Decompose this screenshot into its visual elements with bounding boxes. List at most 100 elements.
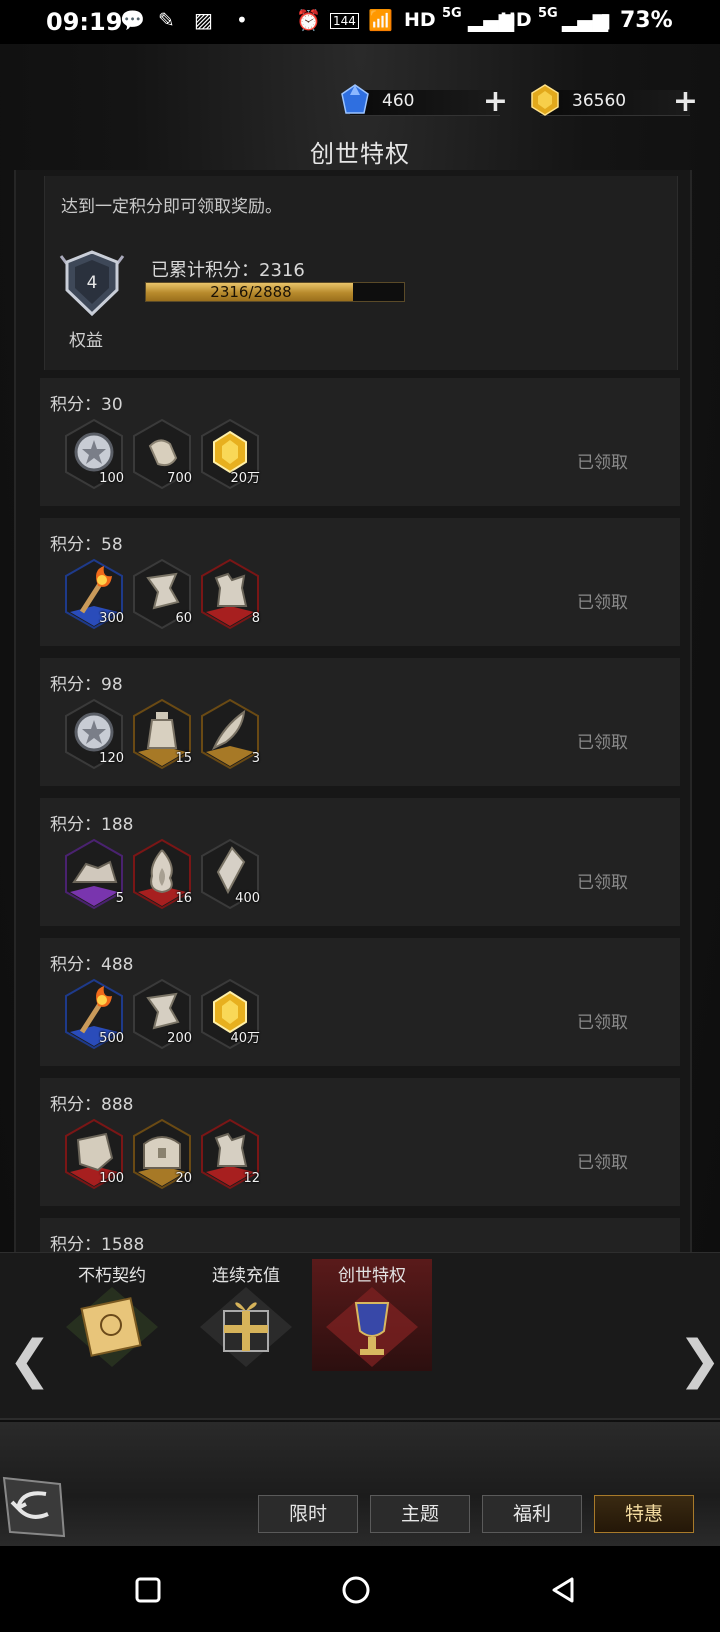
item-count: 8 bbox=[251, 611, 260, 626]
reward-item[interactable]: 200 bbox=[130, 978, 194, 1050]
claimed-status: 已领取 bbox=[577, 593, 628, 613]
reward-row: 积分：98 120 15 3 已领取 bbox=[40, 658, 680, 786]
score-progress-bar: 2316/2888 bbox=[145, 282, 405, 302]
alarm-icon: ⏰ bbox=[296, 8, 321, 32]
reward-item[interactable]: 100 bbox=[62, 418, 126, 490]
reward-item[interactable]: 700 bbox=[130, 418, 194, 490]
tab-immortal-contract[interactable]: 不朽契约 bbox=[52, 1259, 172, 1371]
gold-amount: 36560 bbox=[572, 91, 627, 111]
reward-list[interactable]: 积分：30 100 700 20万 已领取 积分：58 300 60 8 已领取 积分：98 120 1… bbox=[40, 378, 680, 1281]
reward-item[interactable]: 40万 bbox=[198, 978, 262, 1050]
info-box: 达到一定积分即可领取奖励。 4 权益 已累计积分：2316 2316/2888 bbox=[44, 176, 678, 370]
row-points: 积分：888 bbox=[50, 1095, 134, 1115]
item-count: 120 bbox=[99, 751, 124, 766]
badge-label: 权益 bbox=[69, 331, 103, 351]
image-icon: ▨ bbox=[194, 8, 213, 32]
claimed-status: 已领取 bbox=[577, 1013, 628, 1033]
score-progress-text: 2316/2888 bbox=[210, 283, 292, 301]
back-nav-icon[interactable] bbox=[544, 1570, 584, 1610]
reward-item[interactable]: 100 bbox=[62, 1118, 126, 1190]
item-count: 15 bbox=[175, 751, 192, 766]
diamond-counter: 460 + bbox=[341, 84, 508, 117]
network-5g-2: 5G bbox=[538, 6, 558, 21]
score-label: 已累计积分：2316 bbox=[151, 260, 305, 281]
reward-item[interactable]: 120 bbox=[62, 698, 126, 770]
reward-item[interactable]: 15 bbox=[130, 698, 194, 770]
item-count: 400 bbox=[235, 891, 260, 906]
reward-item[interactable]: 8 bbox=[198, 558, 262, 630]
theme-button[interactable]: 主题 bbox=[370, 1495, 470, 1533]
translate-icon: ✎ bbox=[158, 8, 175, 32]
special-offer-button[interactable]: 特惠 bbox=[594, 1495, 694, 1533]
item-count: 12 bbox=[243, 1171, 260, 1186]
item-count: 20 bbox=[175, 1171, 192, 1186]
reward-item[interactable]: 12 bbox=[198, 1118, 262, 1190]
item-count: 500 bbox=[99, 1031, 124, 1046]
reward-item[interactable]: 3 bbox=[198, 698, 262, 770]
tab-label: 创世特权 bbox=[338, 1266, 406, 1286]
rank-badge-icon: 4 bbox=[59, 250, 125, 317]
row-points: 积分：188 bbox=[50, 815, 134, 835]
reward-item[interactable]: 20 bbox=[130, 1118, 194, 1190]
reward-row: 积分：58 300 60 8 已领取 bbox=[40, 518, 680, 646]
reward-item[interactable]: 20万 bbox=[198, 418, 262, 490]
status-bar: 09:19 💬 ✎ ▨ • ⏰ 144 📶 HD 5G ▂▄▆ HD 5G ▂▄… bbox=[0, 0, 720, 44]
gold-icon bbox=[531, 84, 559, 116]
claimed-status: 已领取 bbox=[577, 453, 628, 473]
item-count: 700 bbox=[167, 471, 192, 486]
battery-icon: ▮ bbox=[600, 8, 612, 32]
status-time: 09:19 bbox=[46, 8, 123, 36]
row-points: 积分：58 bbox=[50, 535, 123, 555]
contract-scroll-icon bbox=[66, 1287, 158, 1367]
network-hd-2: HD bbox=[500, 9, 532, 31]
page-title: 创世特权 bbox=[310, 140, 410, 168]
reward-item[interactable]: 400 bbox=[198, 838, 262, 910]
add-gold-button[interactable]: + bbox=[673, 87, 698, 117]
gold-counter: 36560 + bbox=[531, 84, 698, 117]
reward-item[interactable]: 60 bbox=[130, 558, 194, 630]
add-diamond-button[interactable]: + bbox=[483, 87, 508, 117]
item-count: 16 bbox=[175, 891, 192, 906]
network-5g-1: 5G bbox=[442, 6, 462, 21]
reward-item[interactable]: 16 bbox=[130, 838, 194, 910]
gift-box-icon bbox=[200, 1287, 292, 1367]
trophy-icon bbox=[326, 1287, 418, 1367]
tab-continuous-recharge[interactable]: 连续充值 bbox=[186, 1259, 306, 1371]
claimed-status: 已领取 bbox=[577, 1153, 628, 1173]
item-count: 20万 bbox=[230, 471, 260, 486]
tab-label: 不朽契约 bbox=[78, 1266, 146, 1286]
reward-row: 积分：30 100 700 20万 已领取 bbox=[40, 378, 680, 506]
category-tabbar: 不朽契约 连续充值 创世特权 bbox=[0, 1252, 720, 1420]
row-points: 积分：98 bbox=[50, 675, 123, 695]
dot-icon: • bbox=[236, 8, 248, 32]
item-count: 100 bbox=[99, 1171, 124, 1186]
reward-row: 积分：888 100 20 12 已领取 bbox=[40, 1078, 680, 1206]
row-points: 积分：30 bbox=[50, 395, 123, 415]
tab-genesis-privilege[interactable]: 创世特权 bbox=[312, 1259, 432, 1371]
item-count: 200 bbox=[167, 1031, 192, 1046]
refresh-rate-icon: 144 bbox=[330, 13, 359, 29]
back-button[interactable] bbox=[0, 1474, 68, 1540]
reward-item[interactable]: 300 bbox=[62, 558, 126, 630]
chat-icon: 💬 bbox=[120, 8, 145, 32]
reward-row: 积分：488 500 200 40万 已领取 bbox=[40, 938, 680, 1066]
reward-item[interactable]: 500 bbox=[62, 978, 126, 1050]
home-icon[interactable] bbox=[336, 1570, 376, 1610]
badge-level: 4 bbox=[87, 273, 98, 293]
diamond-icon bbox=[341, 84, 369, 114]
welfare-button[interactable]: 福利 bbox=[482, 1495, 582, 1533]
item-count: 100 bbox=[99, 471, 124, 486]
network-hd-1: HD bbox=[404, 9, 436, 31]
item-count: 3 bbox=[251, 751, 260, 766]
claimed-status: 已领取 bbox=[577, 873, 628, 893]
wifi-icon: 📶 bbox=[368, 8, 393, 32]
reward-item[interactable]: 5 bbox=[62, 838, 126, 910]
battery-percent: 73% bbox=[620, 8, 673, 33]
row-points: 积分：488 bbox=[50, 955, 134, 975]
item-count: 5 bbox=[115, 891, 124, 906]
limited-time-button[interactable]: 限时 bbox=[258, 1495, 358, 1533]
recent-apps-icon[interactable] bbox=[128, 1570, 168, 1610]
scroll-right-arrow[interactable]: ❯ bbox=[678, 1330, 720, 1390]
scroll-left-arrow[interactable]: ❮ bbox=[8, 1330, 52, 1390]
system-nav-bar bbox=[0, 1546, 720, 1632]
